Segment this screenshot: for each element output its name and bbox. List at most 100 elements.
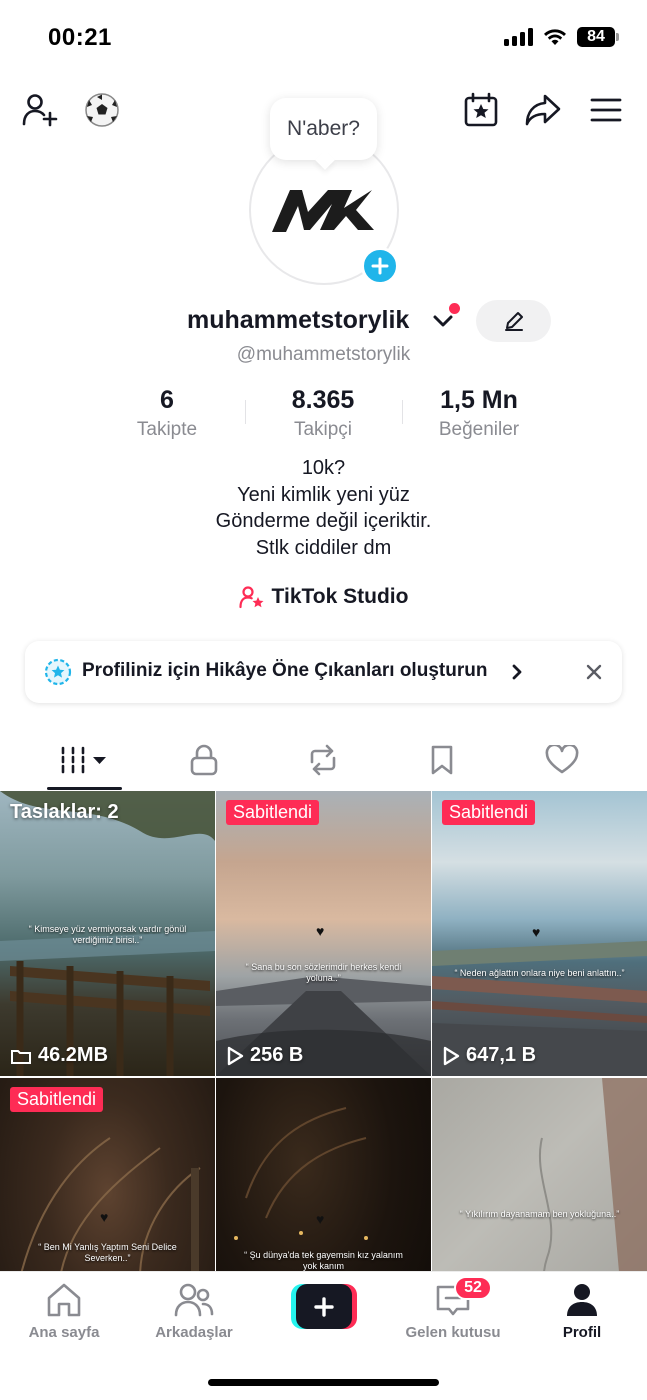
stat-divider <box>402 400 403 424</box>
favorite-team-button[interactable] <box>80 88 124 132</box>
video-caption: “ Neden ağlattın onlara niye beni anlatt… <box>454 968 625 978</box>
play-icon <box>443 1046 460 1065</box>
soccer-ball-icon <box>85 93 119 127</box>
username[interactable]: muhammetstorylik <box>187 306 409 335</box>
friends-icon <box>174 1283 214 1317</box>
tab-saved[interactable] <box>402 735 482 785</box>
banner-close-button[interactable] <box>580 658 608 686</box>
status-time: 00:21 <box>48 24 112 51</box>
tiktok-studio-link[interactable]: TikTok Studio <box>0 583 647 611</box>
bio-line: Yeni kimlik yeni yüz <box>237 483 410 506</box>
heart-emoji: ♥ <box>532 924 541 940</box>
create-video-button[interactable] <box>291 1284 357 1329</box>
share-profile-button[interactable] <box>521 88 565 132</box>
video-tile[interactable]: Sabitlendi ♥ “ Neden ağlattın onlara niy… <box>432 791 647 1076</box>
nav-label: Gelen kutusu <box>405 1324 501 1341</box>
pinned-badge: Sabitlendi <box>442 800 536 825</box>
active-tab-indicator <box>47 787 122 790</box>
notification-dot <box>449 303 460 314</box>
bookmark-icon <box>431 745 453 775</box>
bio-line: Gönderme değil içeriktir. <box>215 510 432 532</box>
nav-friends[interactable]: Arkadaşlar <box>144 1282 244 1346</box>
battery-level: 84 <box>577 27 615 47</box>
story-highlights-banner[interactable]: Profiliniz için Hikâye Öne Çıkanları olu… <box>25 641 622 703</box>
draft-size: 46.2MB <box>38 1044 109 1066</box>
repost-icon <box>310 744 336 776</box>
status-icons: 84 <box>504 27 619 47</box>
chevron-right-icon <box>512 664 522 680</box>
note-bubble[interactable]: N'aber? <box>270 98 377 160</box>
drafts-label: Taslaklar: 2 <box>10 801 119 823</box>
tile-scene <box>234 1107 368 1240</box>
tab-videos[interactable] <box>45 735 125 785</box>
nav-label: Ana sayfa <box>28 1324 100 1341</box>
video-grid: Taslaklar: 2 “ Kimseye yüz vermiyorsak v… <box>0 791 647 1271</box>
heart-icon <box>545 745 579 774</box>
nav-profile[interactable]: Profil <box>532 1282 632 1346</box>
edit-profile-button[interactable] <box>476 300 551 342</box>
heart-emoji: ♥ <box>316 1211 325 1227</box>
video-tile-drafts[interactable]: Taslaklar: 2 “ Kimseye yüz vermiyorsak v… <box>0 791 215 1076</box>
status-bar: 00:21 84 <box>0 0 647 72</box>
calendar-star-icon <box>464 92 498 127</box>
add-user-icon <box>22 94 58 127</box>
bio-line: Stlk ciddiler dm <box>255 536 392 559</box>
studio-label: TikTok Studio <box>271 585 409 608</box>
video-tile[interactable]: ♥ “ Şu dünya'da tek gayemsin kız yalanım… <box>216 1078 431 1271</box>
add-friend-button[interactable] <box>18 88 62 132</box>
add-avatar-story-button[interactable] <box>361 247 399 285</box>
stat-value: 6 <box>160 386 174 414</box>
tab-private[interactable] <box>164 735 244 785</box>
stat-likes[interactable]: 1,5 Mn Beğeniler <box>404 386 554 441</box>
videos-grid-icon <box>61 746 106 774</box>
pencil-icon <box>504 312 523 331</box>
profile-stats: 6 Takipte 8.365 Takipçi 1,5 Mn Beğeniler <box>0 386 647 442</box>
view-count: 647,1 B <box>466 1044 537 1066</box>
tile-scene <box>538 1078 647 1271</box>
video-tile[interactable]: Sabitlendi ♥ “ Ben Mi Yanlış Yaptım Seni… <box>0 1078 215 1271</box>
content-tabs <box>0 735 647 791</box>
user-handle: @muhammetstorylik <box>236 344 411 365</box>
video-caption: “ Şu dünya'da tek gayemsin kız yalanım y… <box>244 1250 403 1271</box>
chevron-down-icon[interactable] <box>432 314 454 328</box>
folder-icon <box>11 1049 31 1064</box>
wifi-icon <box>544 29 566 45</box>
video-foot: 256 B <box>226 1044 303 1067</box>
tab-reposts[interactable] <box>283 735 363 785</box>
video-caption: “ Ben Mi Yanlış Yaptım Seni Delice Sever… <box>38 1242 177 1263</box>
share-arrow-icon <box>525 94 561 126</box>
video-foot: 647,1 B <box>442 1044 536 1067</box>
pinned-badge: Sabitlendi <box>226 800 320 825</box>
video-tile[interactable]: “ Yıkılırım dayanamam ben yokluğuna..” <box>432 1078 647 1271</box>
home-icon <box>47 1283 81 1317</box>
avatar-logo <box>272 190 374 232</box>
tab-liked[interactable] <box>522 735 602 785</box>
stat-label: Beğeniler <box>438 419 520 440</box>
inbox-unread-badge: 52 <box>454 1276 492 1300</box>
banner-text: Profiliniz için Hikâye Öne Çıkanları olu… <box>82 660 488 681</box>
plus-icon <box>314 1296 334 1317</box>
video-tile[interactable]: Sabitlendi ♥ “ Sana bu son sözlerimdir h… <box>216 791 431 1076</box>
highlight-star-icon <box>44 658 72 686</box>
pinned-badge: Sabitlendi <box>10 1087 104 1112</box>
profile-bio: 10k? Yeni kimlik yeni yüz Gönderme değil… <box>0 455 647 561</box>
stat-followers[interactable]: 8.365 Takipçi <box>248 386 398 441</box>
cellular-signal-icon <box>504 28 533 46</box>
video-caption: “ Yıkılırım dayanamam ben yokluğuna..” <box>459 1209 620 1219</box>
calendar-events-button[interactable] <box>459 88 503 132</box>
home-indicator[interactable] <box>208 1379 439 1386</box>
nav-label: Arkadaşlar <box>155 1324 233 1341</box>
note-bubble-text: N'aber? <box>287 117 360 140</box>
plus-icon <box>371 257 389 275</box>
menu-button[interactable] <box>584 88 628 132</box>
heart-emoji: ♥ <box>100 1209 109 1225</box>
nav-home[interactable]: Ana sayfa <box>14 1282 114 1346</box>
stat-value: 1,5 Mn <box>440 386 518 414</box>
lock-icon <box>190 744 218 776</box>
video-caption: “ Kimseye yüz vermiyorsak vardır gönül v… <box>28 924 187 945</box>
stat-divider <box>245 400 246 424</box>
stat-following[interactable]: 6 Takipte <box>92 386 242 441</box>
stat-value: 8.365 <box>291 386 355 414</box>
heart-emoji: ♥ <box>316 923 325 939</box>
video-caption: “ Sana bu son sözlerimdir herkes kendi y… <box>245 962 402 983</box>
